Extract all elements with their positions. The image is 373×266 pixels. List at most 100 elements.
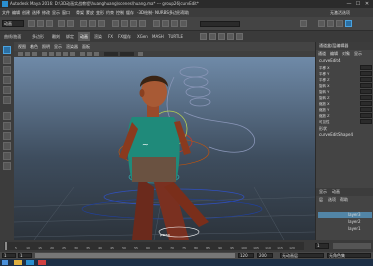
outliner-layout-icon[interactable] xyxy=(3,132,11,140)
start-button-icon[interactable] xyxy=(2,260,8,265)
playback-controls[interactable] xyxy=(333,243,371,249)
snap-curve-icon[interactable] xyxy=(121,20,128,27)
attr-value-field[interactable] xyxy=(360,71,372,76)
panel-menu-lighting[interactable]: 照明 xyxy=(42,42,50,51)
bookmark-icon[interactable] xyxy=(32,52,37,56)
exposure-field[interactable] xyxy=(104,52,118,56)
attr-value-field[interactable] xyxy=(360,113,372,118)
history-icon[interactable] xyxy=(153,20,160,27)
menu-nurbs[interactable]: NURBS xyxy=(155,8,169,17)
layer-menu-options[interactable]: 选项 xyxy=(328,197,336,203)
inner-start-field[interactable]: 1 xyxy=(18,253,32,258)
menu-set-dropdown[interactable]: 动画 xyxy=(2,20,24,27)
perspective-viewport[interactable]: ~ persp xyxy=(14,57,315,240)
tab-fx-caching[interactable]: FX缓存 xyxy=(116,32,133,41)
panel-menu-renderer[interactable]: 渲染器 xyxy=(66,42,78,51)
attr-value-field[interactable] xyxy=(360,95,372,100)
menu-skeleton[interactable]: 骨架 xyxy=(76,8,84,17)
render-icon[interactable] xyxy=(162,20,169,27)
snap-grid-icon[interactable] xyxy=(112,20,119,27)
close-button[interactable]: ✕ xyxy=(363,1,371,7)
paint-select-icon[interactable] xyxy=(3,66,11,74)
camera-attributes-icon[interactable] xyxy=(25,52,30,56)
attr-value-field[interactable] xyxy=(360,77,372,82)
selected-object-name[interactable]: curveEdit4 xyxy=(319,58,341,64)
shape-node-name[interactable]: curveEditShape4 xyxy=(319,132,353,138)
redo-icon[interactable] xyxy=(67,20,74,27)
snap-plane-icon[interactable] xyxy=(139,20,146,27)
wireframe-icon[interactable] xyxy=(49,52,54,56)
select-hierarchy-icon[interactable] xyxy=(80,20,87,27)
scale-tool-icon[interactable] xyxy=(3,96,11,104)
menu-create[interactable]: 创建 xyxy=(22,8,30,17)
tab-animation[interactable]: 动画 xyxy=(78,32,90,41)
move-tool-icon[interactable] xyxy=(3,76,11,84)
sign-in-icon[interactable] xyxy=(300,20,307,27)
tab-turtle[interactable]: TURTLE xyxy=(166,32,185,41)
tab-sculpting[interactable]: 雕刻 xyxy=(50,32,62,41)
range-bar[interactable] xyxy=(35,253,235,258)
layer-menu-help[interactable]: 帮助 xyxy=(340,197,348,203)
undo-icon[interactable] xyxy=(58,20,65,27)
channel-tab-object[interactable]: 对象 xyxy=(342,51,350,57)
gamma-field[interactable] xyxy=(120,52,134,56)
smooth-shade-icon[interactable] xyxy=(56,52,61,56)
panel-menu-shading[interactable]: 着色 xyxy=(30,42,38,51)
layer-row[interactable]: layer1 xyxy=(318,226,372,232)
menu-modify[interactable]: 修改 xyxy=(42,8,50,17)
shelf-tool-icon[interactable] xyxy=(218,33,225,40)
current-time-marker[interactable] xyxy=(5,242,7,250)
layer-row[interactable]: layer2 xyxy=(318,219,372,225)
attribute-editor-icon[interactable] xyxy=(327,20,334,27)
menu-control[interactable]: 控制 xyxy=(116,8,124,17)
menu-3d-paint[interactable]: -3D绘制- xyxy=(137,8,154,17)
isolate-select-icon[interactable] xyxy=(87,52,92,56)
minimize-button[interactable]: — xyxy=(345,1,353,7)
start-frame-field[interactable]: 1 xyxy=(2,253,16,258)
save-scene-icon[interactable] xyxy=(46,20,53,27)
menu-cache[interactable]: 缓存 xyxy=(126,8,134,17)
maya-taskbar-icon[interactable] xyxy=(26,260,34,265)
tab-rendering[interactable]: 渲染 xyxy=(92,32,104,41)
single-view-icon[interactable] xyxy=(3,112,11,120)
panel-menu-view[interactable]: 视图 xyxy=(18,42,26,51)
ipr-render-icon[interactable] xyxy=(171,20,178,27)
input-line-field[interactable] xyxy=(200,21,240,27)
character-model[interactable]: ~ xyxy=(119,75,209,240)
attr-value-field[interactable] xyxy=(360,65,372,70)
snap-point-icon[interactable] xyxy=(130,20,137,27)
select-object-icon[interactable] xyxy=(89,20,96,27)
lasso-tool-icon[interactable] xyxy=(3,56,11,64)
menu-help[interactable]: 帮助 xyxy=(181,8,189,17)
workspace-selector[interactable]: 无激活选项 xyxy=(330,8,350,17)
layer-menu-layers[interactable]: 层 xyxy=(319,197,323,203)
menu-file[interactable]: 文件 xyxy=(2,8,10,17)
panel-menu-panels[interactable]: 面板 xyxy=(82,42,90,51)
character-set-dropdown[interactable]: 无角色集 xyxy=(327,253,371,258)
color-management-icon[interactable] xyxy=(138,52,143,56)
new-scene-icon[interactable] xyxy=(28,20,35,27)
select-component-icon[interactable] xyxy=(98,20,105,27)
four-view-icon[interactable] xyxy=(3,122,11,130)
modeling-toolkit-icon[interactable] xyxy=(318,20,325,27)
layer-tab-display[interactable]: 显示 xyxy=(319,189,327,195)
lights-icon[interactable] xyxy=(70,52,75,56)
explorer-icon[interactable] xyxy=(14,260,22,265)
tab-polygons[interactable]: 多边形 xyxy=(30,32,46,41)
attr-value-field[interactable] xyxy=(360,119,372,124)
channel-tab-show[interactable]: 显示 xyxy=(354,51,362,57)
attr-value-field[interactable] xyxy=(360,107,372,112)
time-slider[interactable]: 5 10 15 20 25 30 35 40 45 50 55 60 65 70 75 80 85 90 95 100… xyxy=(0,240,373,252)
inner-end-field[interactable]: 120 xyxy=(238,253,254,258)
shelf-tool-icon[interactable] xyxy=(236,33,243,40)
shelf-tool-icon[interactable] xyxy=(209,33,216,40)
tab-xgen[interactable]: XGen xyxy=(135,32,150,41)
channel-tab-edit[interactable]: 编辑 xyxy=(330,51,338,57)
layer-tab-anim[interactable]: 动画 xyxy=(332,189,340,195)
end-frame-field[interactable]: 200 xyxy=(257,253,273,258)
camera-select-icon[interactable] xyxy=(18,52,23,56)
xray-icon[interactable] xyxy=(80,52,85,56)
channel-box-icon[interactable] xyxy=(345,20,352,27)
shelf-tool-icon[interactable] xyxy=(200,33,207,40)
tab-fx[interactable]: FX xyxy=(106,32,115,41)
